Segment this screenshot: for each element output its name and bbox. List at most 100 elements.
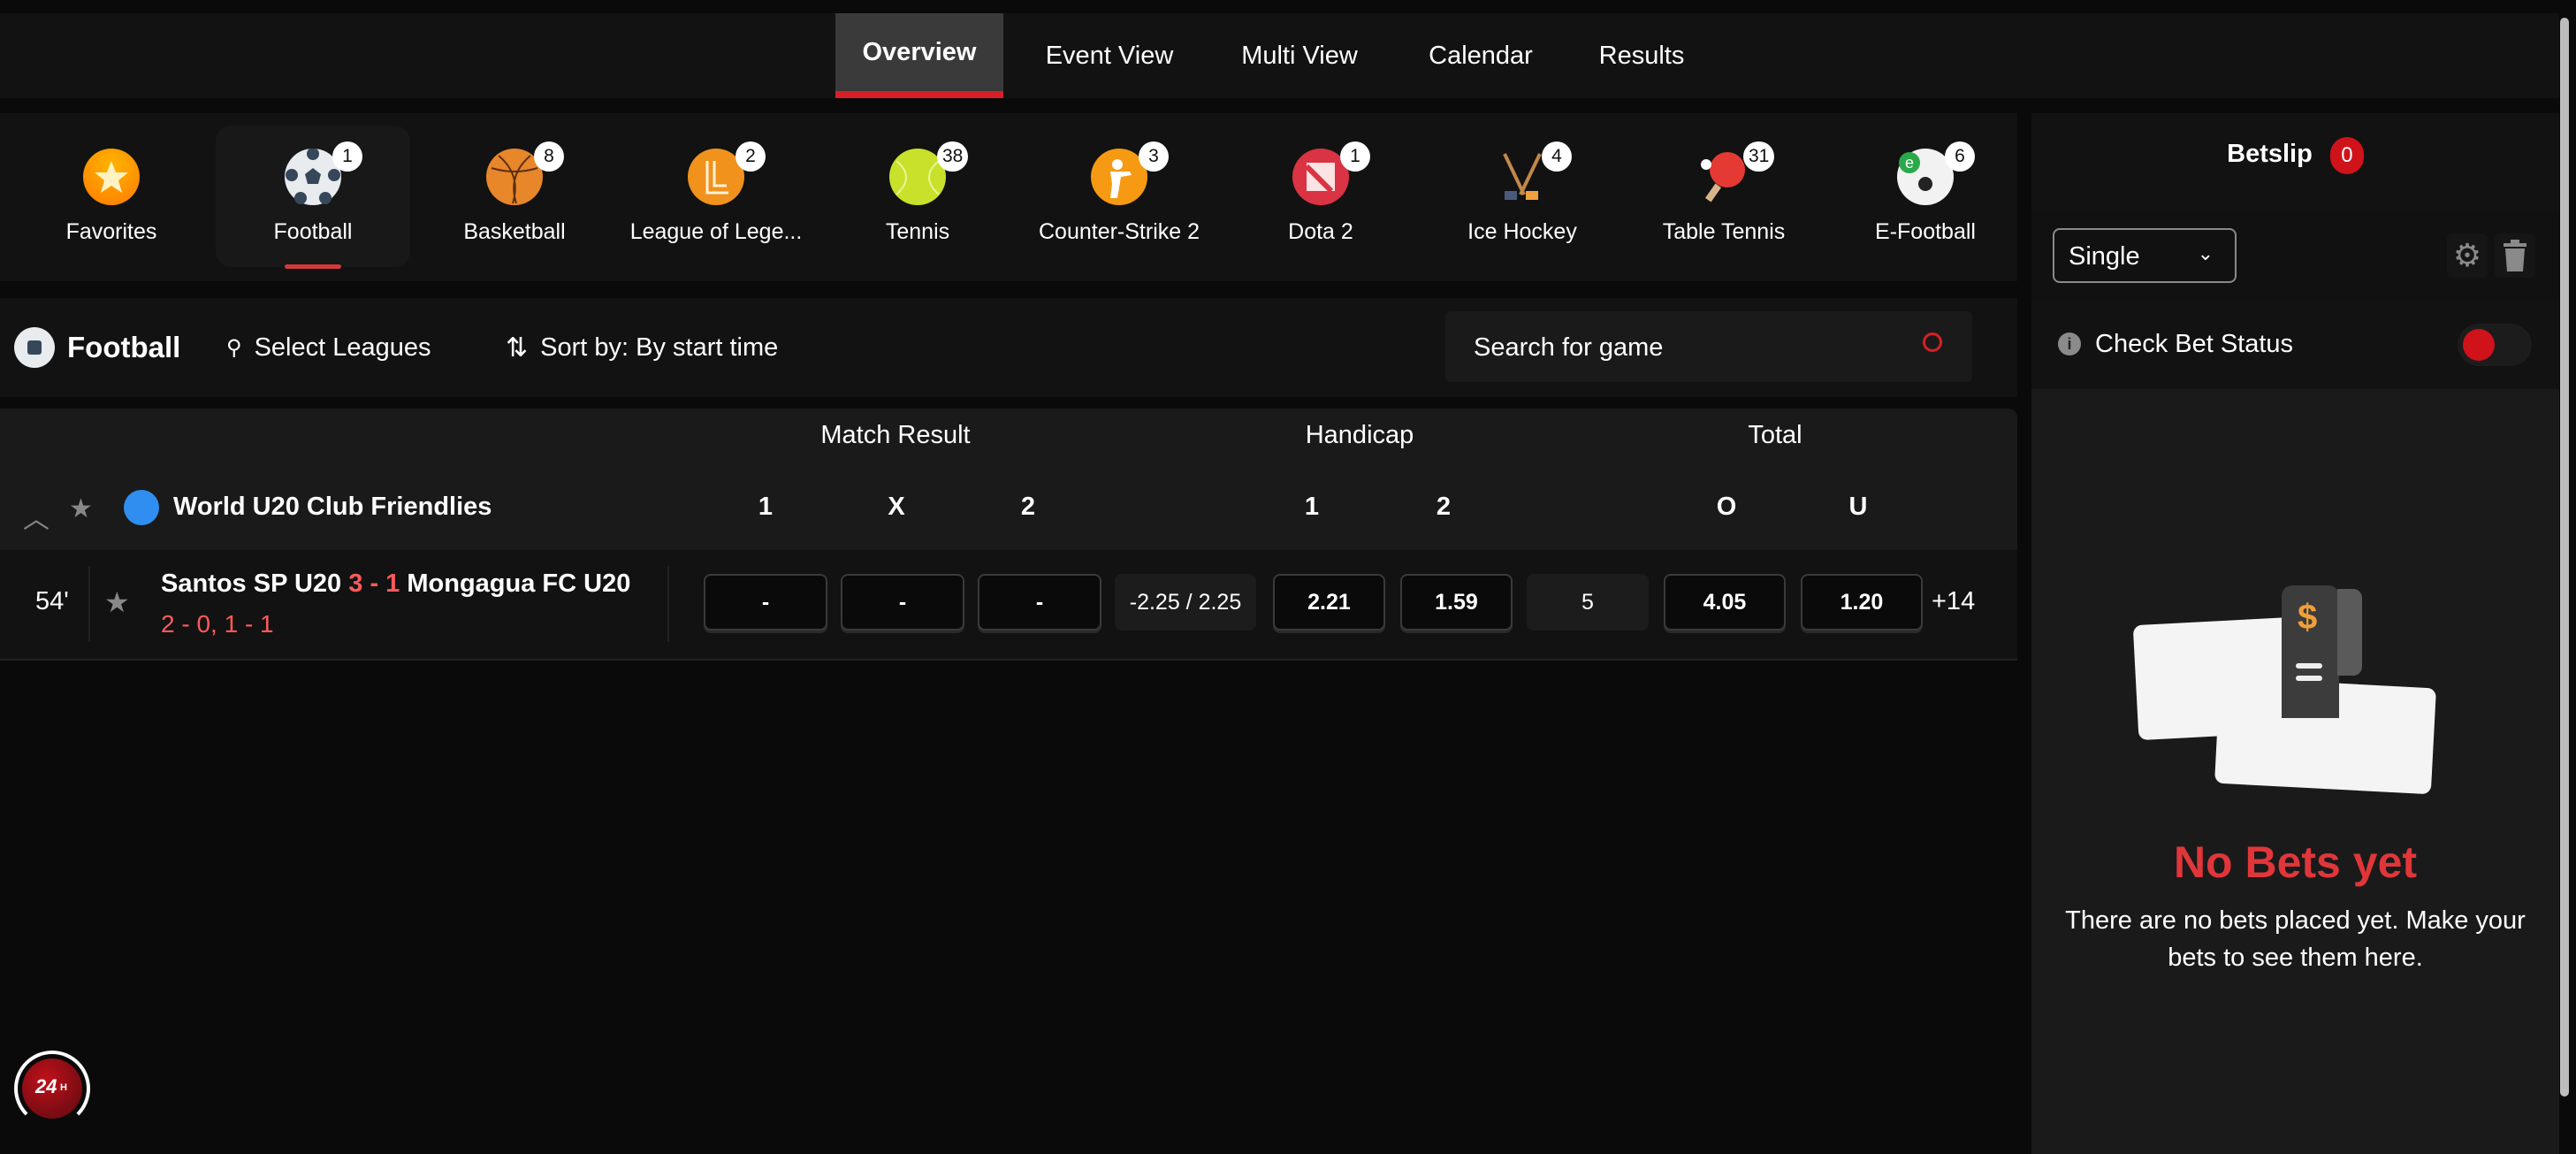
sport-label: Table Tennis [1662,219,1786,244]
col-2: 2 [1020,493,1036,521]
sport-label: Football [273,219,353,244]
market-total: Total [1748,421,1802,449]
score-away: 1 [385,569,400,598]
tab-overview[interactable]: Overview [835,13,1003,98]
sport-counter-strike-2[interactable]: 3 Counter-Strike 2 [1022,126,1216,267]
home-team: Santos SP U20 [161,569,342,598]
empty-title: No Bets yet [2173,837,2418,887]
collapse-chevron-icon[interactable]: ︿ [23,497,50,536]
sport-count-badge: 38 [937,141,969,172]
market-handicap: Handicap [1305,421,1414,449]
sport-label: Ice Hockey [1467,219,1577,244]
sport-count-badge: 2 [735,141,766,172]
more-markets-link[interactable]: +14 [1932,587,1975,616]
sport-football[interactable]: 1 Football [216,126,410,269]
select-leagues-button[interactable]: ⚲ Select Leagues [226,298,431,397]
search-input[interactable] [1472,311,1900,384]
betslip-title: Betslip [2227,140,2313,168]
sport-count-badge: 31 [1743,141,1775,172]
sport-label: Dota 2 [1288,219,1353,244]
sport-label: E-Football [1875,219,1976,244]
sport-basketball[interactable]: 8 Basketball [417,126,612,267]
sport-e-football[interactable]: e 6 E-Football [1828,126,2023,267]
gear-icon[interactable]: ⚙ [2447,233,2488,278]
tab-calendar[interactable]: Calendar [1397,13,1565,98]
odd-handicap-1[interactable]: 2.21 [1273,574,1385,630]
match-teams[interactable]: Santos SP U20 3 - 1 Mongagua FC U20 [161,569,630,599]
away-team: Mongagua FC U20 [407,569,631,598]
sport-tennis[interactable]: 38 Tennis [820,126,1015,267]
sport-ice-hockey[interactable]: 4 Ice Hockey [1425,126,1620,267]
sport-count-badge: 6 [1945,141,1975,172]
tab-results[interactable]: Results [1558,13,1726,98]
odd-total-under[interactable]: 1.20 [1801,574,1923,630]
check-bet-status-toggle[interactable] [2458,324,2532,366]
sport-title: Football [14,298,180,397]
empty-betslip-illustration: $ [2132,585,2454,795]
support-suffix: H [60,1082,67,1093]
tab-event-view[interactable]: Event View [1025,13,1193,98]
sport-count-badge: 4 [1542,141,1572,172]
sport-favorites[interactable]: Favorites [14,126,209,267]
sort-icon: ⇅ [506,332,529,363]
sport-count-badge: 1 [332,141,362,172]
col-1: 1 [758,493,774,521]
sport-dota-2[interactable]: 1 Dota 2 [1223,126,1418,267]
toggle-knob [2463,329,2495,361]
star-icon [83,149,140,205]
odd-match-result-2[interactable]: - [978,574,1101,630]
score-home: 3 [348,569,363,598]
sport-table-tennis[interactable]: 31 Table Tennis [1627,126,1821,267]
dollar-icon: $ [2298,598,2318,637]
separator [667,566,669,642]
score-separator: - [370,569,379,598]
sport-label: League of Lege... [629,219,803,244]
odd-match-result-1[interactable]: - [704,574,827,630]
bet-type-select[interactable]: Single ⌄ [2053,228,2237,283]
sport-title-text: Football [67,331,181,363]
col-handicap-1: 1 [1304,493,1320,521]
search-box [1445,311,1972,384]
betslip-controls: Single ⌄ ⚙ [2031,210,2559,301]
col-handicap-2: 2 [1436,493,1452,521]
col-x: X [888,493,905,521]
filter-icon: ⚲ [226,335,242,360]
odd-match-result-x[interactable]: - [841,574,964,630]
sports-bar: Favorites 1 Football 8 Basketball 2 Leag… [0,113,2017,281]
trash-icon[interactable] [2495,233,2535,278]
sport-label: Tennis [885,219,950,244]
sport-league-of-legends[interactable]: 2 League of Lege... [619,126,813,267]
league-name: World U20 Club Friendlies [173,493,492,521]
league-logo-icon [124,490,159,525]
col-over: O [1716,493,1737,521]
odd-handicap-2[interactable]: 1.59 [1400,574,1513,630]
sort-label: Sort by: By start time [540,332,779,362]
info-icon: i [2058,332,2081,355]
period-scores: 2 - 0, 1 - 1 [161,610,274,638]
chevron-down-icon: ⌄ [2197,242,2214,264]
favorite-star-icon[interactable]: ★ [69,493,93,524]
search-icon[interactable] [1923,332,1942,352]
sport-label: Favorites [65,219,157,244]
sport-count-badge: 1 [1340,141,1370,172]
col-under: U [1848,493,1868,521]
favorite-star-icon[interactable]: ★ [104,585,130,619]
handicap-line: -2.25 / 2.25 [1115,574,1256,630]
empty-text: There are no bets placed yet. Make your … [2065,906,2526,972]
total-line: 5 [1527,574,1649,630]
sort-button[interactable]: ⇅ Sort by: By start time [506,298,778,397]
betslip-panel: Betslip 0 Single ⌄ ⚙ i Check Bet Status … [2031,113,2559,1154]
match-minute: 54' [35,587,69,615]
odd-total-over[interactable]: 4.05 [1664,574,1786,630]
tab-multi-view[interactable]: Multi View [1216,13,1383,98]
soccer-ball-icon [14,327,55,368]
match-row[interactable]: 54' ★ Santos SP U20 3 - 1 Mongagua FC U2… [0,550,2017,661]
filter-bar: Football ⚲ Select Leagues ⇅ Sort by: By … [0,298,2017,397]
svg-text:e: e [1905,154,1914,172]
sport-label: Basketball [463,219,566,244]
page-scrollbar[interactable] [2560,18,2569,1097]
support-24h-button[interactable]: 24 H [14,1051,90,1127]
betslip-header: Betslip 0 [2031,113,2559,210]
betslip-count-badge: 0 [2329,137,2364,174]
bet-type-value: Single [2069,242,2140,271]
